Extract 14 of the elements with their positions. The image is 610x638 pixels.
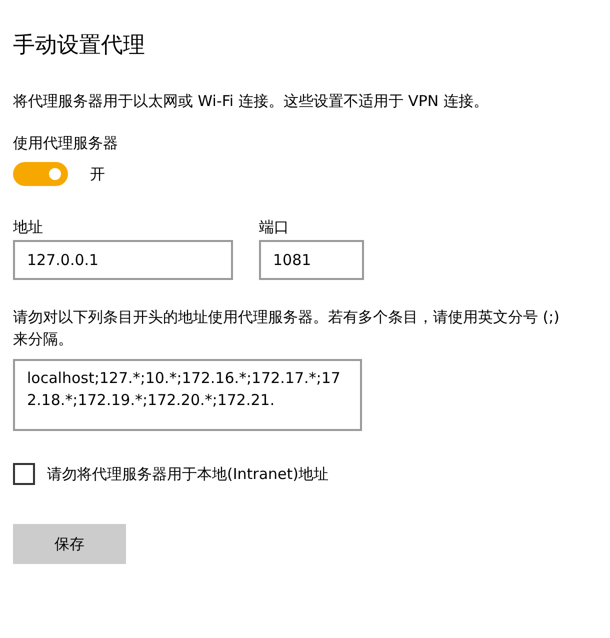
checkbox-label: 请勿将代理服务器用于本地(Intranet)地址 — [47, 464, 328, 485]
proxy-toggle-label: 使用代理服务器 — [13, 133, 119, 154]
checkbox[interactable] — [13, 463, 35, 485]
save-button[interactable]: 保存 — [13, 524, 126, 564]
toggle-switch[interactable] — [13, 162, 68, 186]
toggle-state-text: 开 — [90, 164, 105, 185]
port-field[interactable]: 1081 — [259, 240, 364, 280]
exceptions-description: 请勿对以下列条目开头的地址使用代理服务器。若有多个条目，请使用英文分号 (;) 来分隔。 — [13, 307, 561, 350]
port-label: 端口 — [259, 217, 290, 238]
page-title: 手动设置代理 — [13, 32, 145, 60]
address-field[interactable]: 127.0.0.1 — [13, 240, 233, 280]
exceptions-field[interactable]: localhost;127.*;10.*;172.16.*;172.17.*;172.18.*;172.19.*;172.20.*;172.21. — [13, 359, 362, 431]
address-label: 地址 — [13, 217, 44, 238]
description-text: 将代理服务器用于以太网或 Wi-Fi 连接。这些设置不适用于 VPN 连接。 — [13, 91, 490, 112]
